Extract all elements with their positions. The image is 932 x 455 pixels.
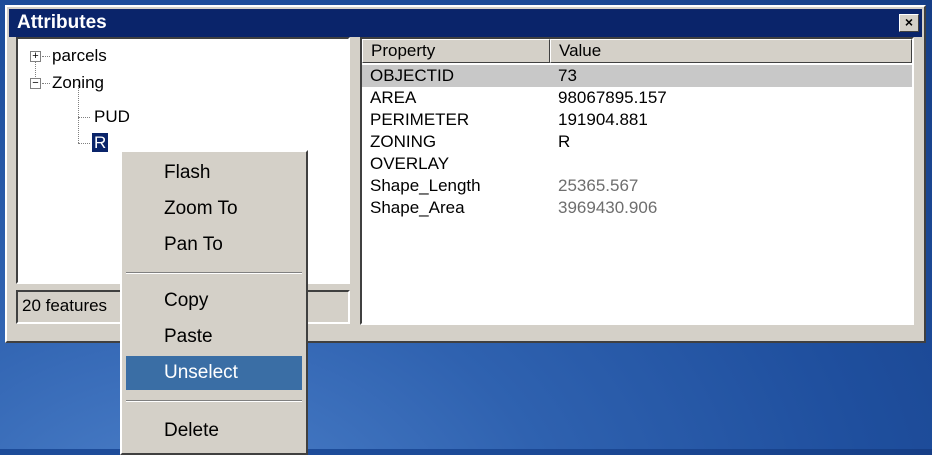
property-value: R: [558, 132, 571, 151]
menu-item-copy[interactable]: Copy: [126, 284, 302, 318]
column-header-value[interactable]: Value: [550, 39, 912, 63]
close-icon: ×: [904, 14, 914, 30]
property-value: 73: [558, 66, 577, 85]
tree-connector: [42, 56, 50, 57]
context-menu: Flash Zoom To Pan To Copy Paste Unselect…: [120, 150, 308, 455]
grid-header: Property Value: [362, 39, 912, 63]
property-value: 191904.881: [558, 110, 648, 129]
menu-separator: [126, 272, 302, 274]
property-name: AREA: [370, 88, 417, 107]
tree-node-r[interactable]: R: [92, 132, 109, 154]
table-row[interactable]: OVERLAY: [362, 153, 912, 175]
selected-node-label: R: [92, 133, 109, 152]
property-value: 3969430.906: [558, 198, 658, 217]
table-row[interactable]: OBJECTID 73: [362, 65, 912, 87]
tree-node-parcels[interactable]: parcels: [52, 45, 107, 67]
table-row[interactable]: AREA 98067895.157: [362, 87, 912, 109]
property-value: 98067895.157: [558, 88, 667, 107]
properties-grid[interactable]: Property Value OBJECTID 73 AREA 98067895…: [360, 37, 914, 325]
property-name: PERIMETER: [370, 110, 470, 129]
collapse-icon[interactable]: −: [30, 78, 41, 89]
property-value: 25365.567: [558, 176, 639, 195]
menu-item-paste[interactable]: Paste: [126, 320, 302, 354]
table-row[interactable]: Shape_Length 25365.567: [362, 175, 912, 197]
table-row[interactable]: Shape_Area 3969430.906: [362, 197, 912, 219]
tree-connector: [78, 143, 90, 144]
tree-node-pud[interactable]: PUD: [94, 106, 130, 128]
property-name: OBJECTID: [370, 66, 455, 85]
close-button[interactable]: ×: [899, 14, 919, 32]
window-titlebar[interactable]: Attributes ×: [9, 9, 922, 37]
property-name: Shape_Length: [370, 176, 481, 195]
tree-connector: [42, 83, 50, 84]
table-row[interactable]: PERIMETER 191904.881: [362, 109, 912, 131]
property-name: Shape_Area: [370, 198, 465, 217]
tree-node-zoning[interactable]: Zoning: [52, 72, 104, 94]
window-title: Attributes: [17, 12, 107, 33]
menu-item-unselect[interactable]: Unselect: [126, 356, 302, 390]
menu-item-flash[interactable]: Flash: [126, 156, 302, 190]
expand-icon[interactable]: +: [30, 51, 41, 62]
property-name: OVERLAY: [370, 154, 450, 173]
property-name: ZONING: [370, 132, 437, 151]
table-row[interactable]: ZONING R: [362, 131, 912, 153]
menu-separator: [126, 400, 302, 402]
menu-item-zoom-to[interactable]: Zoom To: [126, 192, 302, 226]
tree-connector: [78, 117, 90, 118]
menu-item-delete[interactable]: Delete: [126, 414, 302, 448]
menu-item-pan-to[interactable]: Pan To: [126, 228, 302, 262]
column-header-property[interactable]: Property: [362, 39, 550, 63]
